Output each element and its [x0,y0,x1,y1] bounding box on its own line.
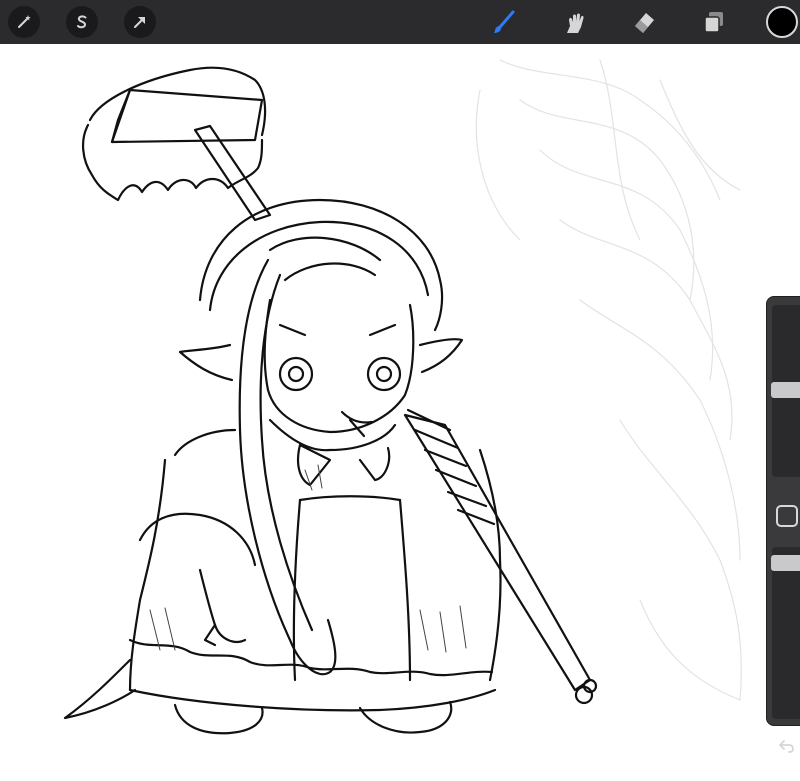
brush-tool-button[interactable] [488,6,520,38]
layers-button[interactable] [698,6,730,38]
brush-size-slider[interactable] [771,305,800,477]
transform-button[interactable] [124,6,156,38]
layers-icon [701,9,727,35]
drawing-canvas[interactable] [0,44,800,781]
opacity-slider[interactable] [771,547,800,719]
smudge-finger-icon [561,9,587,35]
opacity-thumb[interactable] [771,555,800,571]
modify-button[interactable] [776,505,798,527]
side-bar [766,296,800,753]
smudge-tool-button[interactable] [558,6,590,38]
undo-button[interactable] [775,737,799,759]
selection-s-icon [73,13,91,31]
sketch-artwork [63,59,742,735]
color-picker-button[interactable] [766,6,798,38]
top-toolbar [0,0,800,44]
eraser-tool-button[interactable] [628,6,660,38]
selection-button[interactable] [66,6,98,38]
procreate-app [0,0,800,781]
adjustments-button[interactable] [8,6,40,38]
arrow-cursor-icon [131,13,149,31]
magic-wand-icon [15,13,33,31]
brush-icon [491,9,517,35]
eraser-icon [631,9,657,35]
undo-arrow-icon [778,738,796,759]
brush-size-thumb[interactable] [771,382,800,398]
